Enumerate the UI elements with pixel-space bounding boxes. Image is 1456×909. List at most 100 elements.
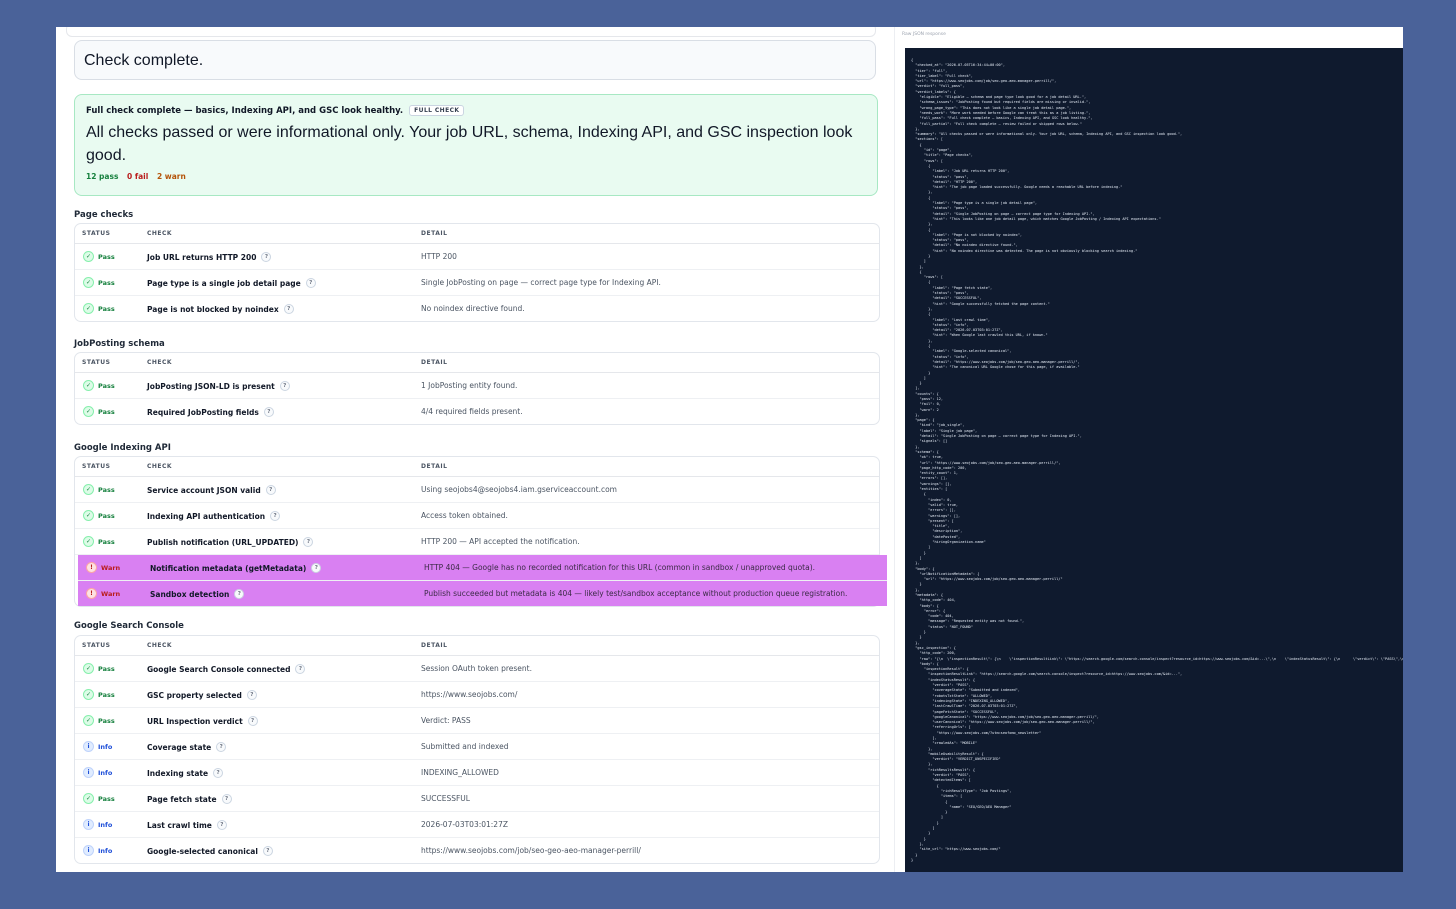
table-header: STATUS CHECK DETAIL — [75, 224, 879, 244]
help-icon[interactable]: ? — [303, 537, 314, 547]
help-icon[interactable]: ? — [311, 563, 322, 573]
check-cell: Indexing API authentication? — [147, 511, 281, 521]
status-label: Pass — [98, 537, 115, 546]
status-label: Pass — [98, 511, 115, 520]
column-header-detail: DETAIL — [421, 359, 448, 366]
warn-count: 2 warn — [156, 172, 186, 181]
help-icon[interactable]: ? — [305, 278, 316, 288]
status-label: Pass — [98, 690, 115, 699]
detail-cell: https://www.seojobs.com/job/seo-geo-aeo-… — [421, 846, 641, 855]
check-circle-icon: ✓ — [83, 380, 94, 391]
check-label: Required JobPosting fields — [147, 407, 259, 417]
check-label: Publish notification (URL_UPDATED) — [147, 537, 299, 547]
section-title: Google Search Console — [74, 621, 184, 631]
section-title: Page checks — [74, 210, 134, 220]
detail-cell: HTTP 404 — Google has no recorded notifi… — [424, 563, 816, 572]
status-banner: Check complete. — [74, 40, 876, 80]
status-cell: i Info — [83, 741, 112, 752]
previous-card-edge — [66, 27, 876, 37]
help-icon[interactable]: ? — [216, 820, 227, 830]
info-circle-icon: i — [83, 819, 94, 830]
help-icon[interactable]: ? — [221, 794, 232, 804]
help-icon[interactable]: ? — [262, 846, 273, 856]
table-header: STATUS CHECK DETAIL — [75, 457, 879, 477]
status-label: Info — [98, 768, 113, 777]
status-cell: ! Warn — [86, 588, 120, 599]
table-header: STATUS CHECK DETAIL — [75, 353, 879, 373]
check-cell: Last crawl time? — [147, 820, 227, 830]
check-circle-icon: ✓ — [83, 484, 94, 495]
table-row: ! Warn Notification metadata (getMetadata)… — [78, 555, 887, 581]
table-row: ✓ Pass Required JobPosting fields? 4/4 requ… — [75, 399, 879, 424]
column-header-check: CHECK — [147, 642, 173, 649]
status-cell: ✓ Pass — [83, 793, 115, 804]
table-row: ✓ Pass Page fetch state? SUCCESSFUL — [75, 786, 879, 812]
column-header-status: STATUS — [82, 642, 111, 649]
help-icon[interactable]: ? — [247, 716, 258, 726]
help-icon[interactable]: ? — [283, 304, 294, 314]
column-header-detail: DETAIL — [421, 463, 448, 470]
section-title: JobPosting schema — [74, 339, 165, 349]
status-cell: ✓ Pass — [83, 510, 115, 521]
help-icon[interactable]: ? — [216, 742, 227, 752]
check-label: Page fetch state — [147, 794, 217, 804]
help-icon[interactable]: ? — [246, 690, 257, 700]
check-cell: Job URL returns HTTP 200? — [147, 252, 272, 262]
check-label: Indexing API authentication — [147, 511, 266, 521]
check-cell: JobPosting JSON-LD is present? — [147, 381, 290, 391]
table-row: ✓ Pass Indexing API authentication? Access … — [75, 503, 879, 529]
section-title: Google Indexing API — [74, 443, 171, 453]
summary-counts: 12 pass 0 fail 2 warn — [86, 172, 866, 181]
table-row: ✓ Pass URL Inspection verdict? Verdict: PAS… — [75, 708, 879, 734]
detail-cell: HTTP 200 — [421, 252, 457, 261]
detail-cell: Using seojobs4@seojobs4.iam.gserviceacco… — [421, 485, 617, 494]
status-label: Info — [98, 820, 113, 829]
help-icon[interactable]: ? — [213, 768, 224, 778]
check-label: JobPosting JSON-LD is present — [147, 381, 275, 391]
pass-count: 12 pass — [86, 172, 119, 181]
fail-count: 0 fail — [127, 172, 149, 181]
check-cell: Coverage state? — [147, 742, 227, 752]
help-icon[interactable]: ? — [270, 511, 281, 521]
status-cell: ✓ Pass — [83, 251, 115, 262]
check-circle-icon: ✓ — [83, 663, 94, 674]
results-pane: Check complete. Full check complete — ba… — [56, 27, 892, 872]
help-icon[interactable]: ? — [261, 252, 272, 262]
table-row: i Info Google-selected canonical? https://w… — [75, 838, 879, 863]
app-window: Check complete. Full check complete — ba… — [56, 27, 1403, 872]
check-label: Google Search Console connected — [147, 664, 291, 674]
help-icon[interactable]: ? — [279, 381, 290, 391]
check-circle-icon: ✓ — [83, 303, 94, 314]
checks-table: STATUS CHECK DETAIL ✓ Pass Service account JS… — [74, 456, 887, 607]
checks-table: STATUS CHECK DETAIL ✓ Pass Job URL returns HT… — [74, 223, 880, 322]
table-row: ✓ Pass Service account JSON valid? Using se… — [75, 477, 879, 503]
check-cell: Indexing state? — [147, 768, 224, 778]
status-label: Pass — [98, 304, 115, 313]
raw-json-label: Raw JSON response — [902, 32, 946, 37]
status-label: Pass — [98, 278, 115, 287]
check-circle-icon: ✓ — [83, 251, 94, 262]
status-cell: ✓ Pass — [83, 380, 115, 391]
warning-circle-icon: ! — [86, 588, 97, 599]
check-label: Job URL returns HTTP 200 — [147, 252, 257, 262]
status-label: Pass — [98, 485, 115, 494]
check-circle-icon: ✓ — [83, 793, 94, 804]
raw-json-panel[interactable]: { "checked_at": "2026-07-05T16:34:44+00:… — [905, 48, 1403, 872]
help-icon[interactable]: ? — [295, 664, 306, 674]
check-label: GSC property selected — [147, 690, 242, 700]
help-icon[interactable]: ? — [265, 485, 276, 495]
help-icon[interactable]: ? — [234, 589, 245, 599]
status-cell: ✓ Pass — [83, 303, 115, 314]
check-cell: Sandbox detection? — [150, 589, 245, 599]
info-circle-icon: i — [83, 845, 94, 856]
check-cell: GSC property selected? — [147, 690, 257, 700]
check-circle-icon: ✓ — [83, 715, 94, 726]
check-cell: URL Inspection verdict? — [147, 716, 258, 726]
check-cell: Page type is a single job detail page? — [147, 278, 316, 288]
table-row: ✓ Pass Page is not blocked by noindex? No n… — [75, 296, 879, 321]
help-icon[interactable]: ? — [263, 407, 274, 417]
pane-divider[interactable] — [894, 27, 895, 872]
status-cell: ✓ Pass — [83, 277, 115, 288]
detail-cell: SUCCESSFUL — [421, 794, 470, 803]
detail-cell: Submitted and indexed — [421, 742, 509, 751]
